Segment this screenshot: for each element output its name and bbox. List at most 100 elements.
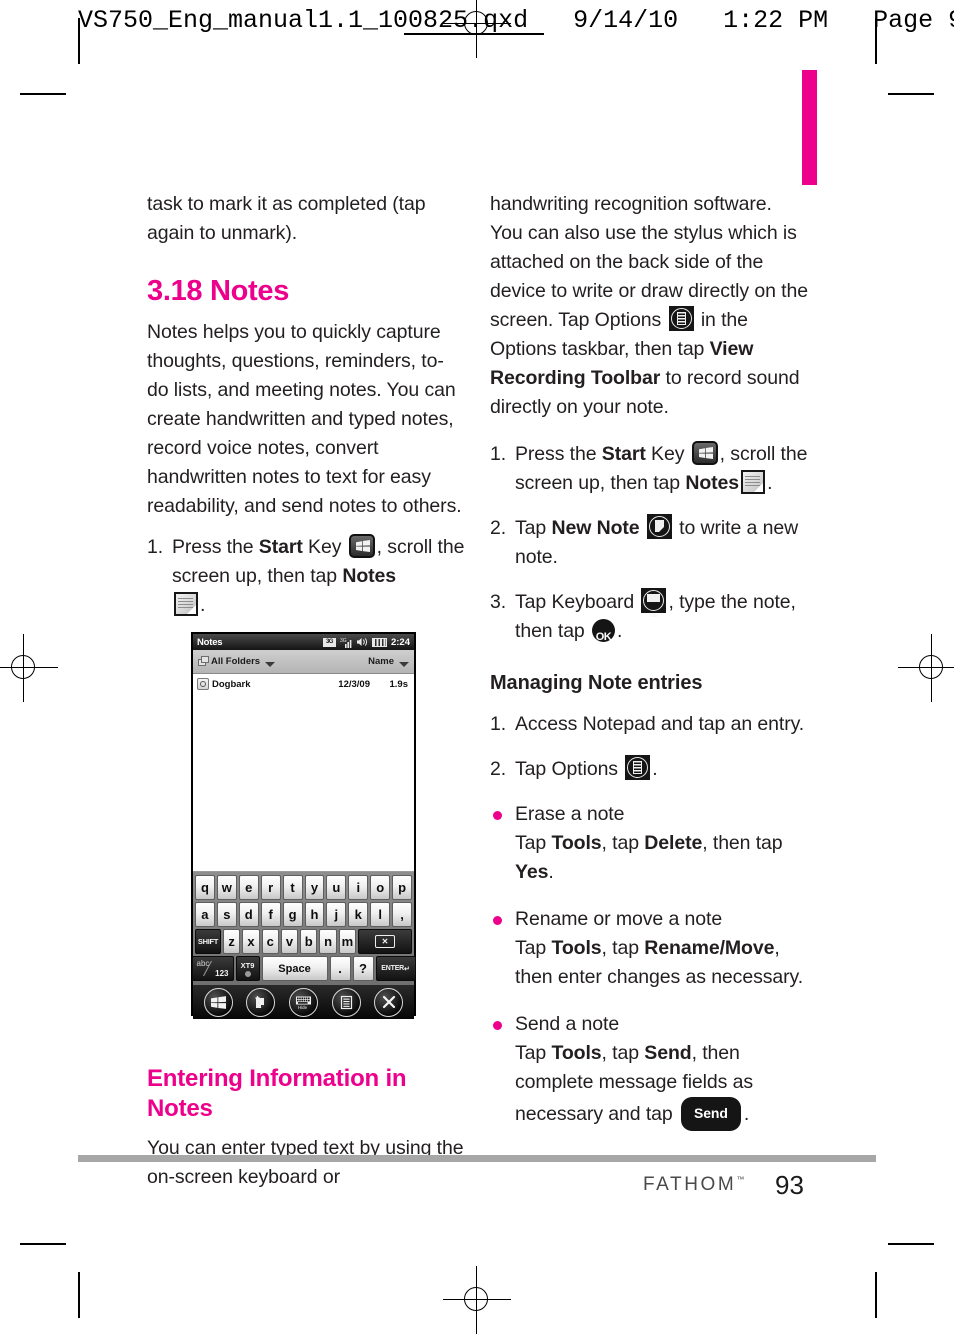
list-item: 1. Access Notepad and tap an entry. <box>490 710 808 739</box>
chevron-down-icon-sort[interactable] <box>399 661 409 667</box>
folder-filter-label[interactable]: All Folders <box>211 656 260 667</box>
key-c[interactable]: c <box>261 929 279 954</box>
bullet-bold-tools: Tools <box>551 1042 602 1064</box>
step-text: Access Notepad and tap an entry. <box>515 713 805 735</box>
key-y[interactable]: y <box>304 875 325 900</box>
bullet-title: Erase a note <box>515 803 625 825</box>
key-d[interactable]: d <box>238 902 259 927</box>
key-enter[interactable]: ENTER ↵ <box>375 956 416 981</box>
key-b[interactable]: b <box>300 929 318 954</box>
key-x[interactable]: x <box>242 929 260 954</box>
step-text-a: Tap Options <box>515 758 624 780</box>
device-screen-title: Notes <box>197 636 223 648</box>
key-j[interactable]: j <box>326 902 347 927</box>
note-date: 12/3/09 <box>338 678 370 690</box>
key-shift[interactable]: SHIFT <box>195 929 222 954</box>
list-item: Rename or move a note Tap Tools, tap Rena… <box>490 905 808 992</box>
right-steps-list: 1. Press the Start Key , scroll the scree… <box>490 440 808 646</box>
key-z[interactable]: z <box>223 929 241 954</box>
registration-mark-left <box>0 634 58 702</box>
list-item: 2. Tap New Note to write a new note. <box>490 514 808 572</box>
key-g[interactable]: g <box>282 902 303 927</box>
step-text-a: Tap Keyboard <box>515 591 640 613</box>
keyboard-row-4: abc 123 XT9 Space . ? ENTER ↵ <box>191 956 416 981</box>
start-key-icon <box>348 534 375 558</box>
step-bold-start: Start <box>601 443 646 465</box>
signal-strength-icon: 3G <box>340 637 353 648</box>
chevron-down-icon-folder[interactable] <box>265 661 276 667</box>
table-row[interactable]: Dogbark 12/3/09 1.9s <box>193 674 414 690</box>
step-text-b: . <box>652 758 658 780</box>
key-question[interactable]: ? <box>352 956 374 981</box>
key-abc-123-toggle[interactable]: abc 123 <box>191 956 234 981</box>
bullet-text-b: , tap <box>601 832 645 854</box>
device-screenshot: Notes 3G 3G 2:24 All Folders Name Dogbar… <box>191 632 416 1019</box>
key-m[interactable]: m <box>338 929 356 954</box>
key-n[interactable]: n <box>319 929 337 954</box>
key-w[interactable]: w <box>216 875 237 900</box>
sort-label[interactable]: Name <box>368 656 394 667</box>
ok-button-icon: OK <box>592 619 615 643</box>
key-xt9-label: XT9 <box>240 960 255 970</box>
key-h[interactable]: h <box>304 902 325 927</box>
key-l[interactable]: l <box>370 902 391 927</box>
key-q[interactable]: q <box>194 875 215 900</box>
list-item: 2. Tap Options . <box>490 755 808 784</box>
backspace-icon: ✕ <box>374 935 395 948</box>
crop-mark-br-v <box>875 1272 877 1318</box>
step-text-d: . <box>200 594 206 616</box>
managing-heading: Managing Note entries <box>490 672 703 694</box>
key-period[interactable]: . <box>329 956 351 981</box>
device-dock-bar: Hide <box>193 985 414 1019</box>
key-enter-label: ENTER <box>381 965 405 972</box>
key-s[interactable]: s <box>216 902 237 927</box>
step-bold-notes: Notes <box>342 565 397 587</box>
bullet-text-b: , tap <box>601 1042 645 1064</box>
key-r[interactable]: r <box>260 875 281 900</box>
keyboard-row-1: q w e r t y u i o p <box>194 875 413 900</box>
device-onscreen-keyboard: q w e r t y u i o p a s d f g h j k l , … <box>191 872 416 985</box>
device-status-bar: Notes 3G 3G 2:24 <box>193 634 414 650</box>
key-xt9-toggle[interactable]: XT9 <box>235 956 260 981</box>
bullet-text-a: Tap <box>515 1042 552 1064</box>
folder-icon <box>198 656 210 667</box>
keyboard-hide-icon[interactable]: Hide <box>288 987 318 1017</box>
key-e[interactable]: e <box>238 875 259 900</box>
key-a[interactable]: a <box>194 902 215 927</box>
step-number: 3. <box>490 591 507 613</box>
bullet-bold-tools: Tools <box>551 937 602 959</box>
options-menu-icon[interactable] <box>331 987 361 1017</box>
new-note-icon[interactable] <box>246 987 276 1017</box>
note-name: Dogbark <box>212 678 251 690</box>
bullet-dot <box>493 916 502 925</box>
key-v[interactable]: v <box>280 929 299 954</box>
key-f[interactable]: f <box>260 902 281 927</box>
key-t[interactable]: t <box>282 875 303 900</box>
closing-paragraph: You can enter typed text by using the on… <box>147 1137 464 1188</box>
device-folder-toolbar: All Folders Name <box>193 650 414 674</box>
key-comma[interactable]: , <box>392 902 413 927</box>
key-k[interactable]: k <box>348 902 369 927</box>
key-backspace[interactable]: ✕ <box>357 929 412 954</box>
xt9-indicator-dot <box>244 970 251 977</box>
key-space[interactable]: Space <box>261 956 328 981</box>
start-icon[interactable] <box>203 987 233 1017</box>
key-o[interactable]: o <box>370 875 391 900</box>
bullet-text-d: . <box>548 861 554 883</box>
managing-bullets: Erase a note Tap Tools, tap Delete, then … <box>490 800 808 1131</box>
key-u[interactable]: u <box>326 875 347 900</box>
crop-mark-tl-h <box>20 93 66 95</box>
registration-mark-right <box>898 634 954 702</box>
bullet-bold-send: Send <box>644 1042 692 1064</box>
send-button[interactable]: Send <box>680 1097 741 1131</box>
manual-page: VS750_Eng_manual1.1_100825.qxd 9/14/10 1… <box>0 0 954 1335</box>
key-i[interactable]: i <box>348 875 369 900</box>
close-icon[interactable] <box>374 987 404 1017</box>
bullet-text-a: Tap <box>515 937 552 959</box>
step-text-b: Key <box>645 443 690 465</box>
bullet-dot <box>493 811 502 820</box>
list-item: Erase a note Tap Tools, tap Delete, then … <box>490 800 808 887</box>
keyboard-hide-label: Hide <box>649 613 659 619</box>
bullet-text-d: . <box>743 1103 750 1125</box>
key-p[interactable]: p <box>392 875 413 900</box>
